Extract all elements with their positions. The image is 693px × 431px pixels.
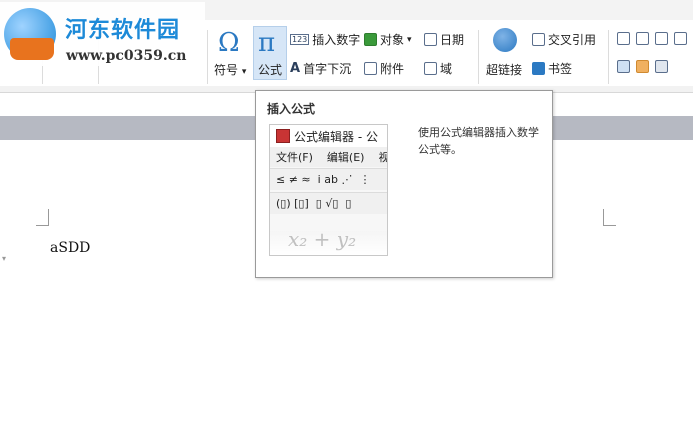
equation-editor-icon (276, 129, 290, 143)
table-icon[interactable] (674, 32, 687, 45)
calendar-icon (424, 33, 437, 46)
formula-tooltip: 插入公式 公式编辑器 - 公 文件(F) 编辑(E) 视 ≤ ≠ ≈ ⅰ ab … (255, 90, 553, 278)
document-text[interactable]: aSDD (50, 240, 90, 256)
lock-icon[interactable] (655, 60, 668, 73)
preview-formula: x₂ + y₂ (288, 227, 357, 251)
bookmark-icon (532, 62, 545, 75)
watermark-logo: 河东软件园 www.pc0359.cn (0, 2, 205, 66)
omega-icon: Ω (218, 28, 240, 58)
preview-templates-group: ▯ (345, 197, 352, 210)
number-icon: 123 (290, 34, 310, 45)
preview-radicals-group: ▯ √▯ (315, 197, 339, 210)
pi-icon: π (258, 28, 276, 58)
watermark-title: 河东软件园 (65, 18, 181, 43)
form-controls-row (617, 32, 687, 45)
object-button[interactable]: 对象 ▾ (364, 31, 412, 48)
preview-spacing-group: ⅰ ab ⋰ (317, 173, 353, 186)
chevron-down-icon: ▾ (241, 67, 247, 77)
paragraph-marker-icon: ▾ (2, 254, 7, 263)
date-label: 日期 (440, 33, 465, 47)
preview-fences-group: (▯) [▯] (276, 197, 309, 210)
formula-label: 公式 (258, 63, 283, 77)
formula-button[interactable]: π 公式 (253, 26, 287, 80)
field-button[interactable]: 域 (424, 60, 452, 77)
cross-reference-label: 交叉引用 (548, 33, 597, 47)
attachment-label: 附件 (380, 62, 405, 76)
field-label: 域 (440, 62, 453, 76)
insert-number-button[interactable]: 123 插入数字 (290, 31, 360, 48)
object-label: 对象 (380, 33, 405, 47)
tooltip-title: 插入公式 (267, 102, 316, 116)
watermark-url: www.pc0359.cn (66, 48, 187, 64)
first-letter-button[interactable]: A 首字下沉 (290, 60, 351, 77)
preview-more-group: ⋮ (359, 173, 371, 186)
checkbox-icon[interactable] (636, 32, 649, 45)
field-icon (424, 62, 437, 75)
insert-number-label: 插入数字 (312, 33, 361, 47)
preview-toolbar-row: (▯) [▯] ▯ √▯ ▯ (270, 192, 387, 214)
globe-icon (493, 28, 517, 52)
eraser-icon[interactable] (636, 60, 649, 73)
chevron-down-icon: ▾ (407, 34, 412, 45)
preview-relations-group: ≤ ≠ ≈ (276, 173, 311, 186)
margin-corner-right (603, 209, 616, 226)
preview-menu-file: 文件(F) (276, 151, 313, 164)
attachment-icon (364, 62, 377, 75)
logo-basket-icon (10, 38, 54, 60)
ribbon-separator (608, 30, 609, 84)
preview-window-title: 公式编辑器 - 公 (270, 125, 387, 147)
symbol-button[interactable]: Ω 符号 ▾ (211, 28, 251, 78)
preview-menu-more: 视 (378, 149, 387, 165)
object-icon (364, 33, 377, 46)
ribbon-separator (207, 30, 208, 84)
ribbon-separator (478, 30, 479, 84)
dropdown-field-icon[interactable] (655, 32, 668, 45)
shading-icon[interactable] (617, 60, 630, 73)
symbol-label: 符号 (214, 63, 239, 77)
text-field-icon[interactable] (617, 32, 630, 45)
hyperlink-label: 超链接 (486, 63, 523, 77)
cross-reference-icon (532, 33, 545, 46)
attachment-button[interactable]: 附件 (364, 60, 404, 77)
bookmark-button[interactable]: 书签 (532, 60, 572, 77)
preview-menu-edit: 编辑(E) (326, 151, 365, 164)
preview-window-title-text: 公式编辑器 - 公 (294, 129, 378, 144)
preview-toolbar-row: ≤ ≠ ≈ ⅰ ab ⋰ ⋮ (270, 168, 387, 190)
date-button[interactable]: 日期 (424, 31, 464, 48)
bookmark-label: 书签 (548, 62, 573, 76)
drop-cap-icon: A (290, 61, 301, 76)
tooltip-description: 使用公式编辑器插入数学公式等。 (418, 126, 539, 156)
preview-menu-bar: 文件(F) 编辑(E) 视 (270, 147, 387, 167)
form-tools-row (617, 60, 668, 73)
margin-corner-left (36, 209, 49, 226)
first-letter-label: 首字下沉 (303, 62, 352, 76)
tooltip-preview: 公式编辑器 - 公 文件(F) 编辑(E) 视 ≤ ≠ ≈ ⅰ ab ⋰ ⋮ (… (269, 124, 388, 256)
hyperlink-button[interactable]: 超链接 (485, 28, 525, 78)
cross-reference-button[interactable]: 交叉引用 (532, 31, 596, 48)
